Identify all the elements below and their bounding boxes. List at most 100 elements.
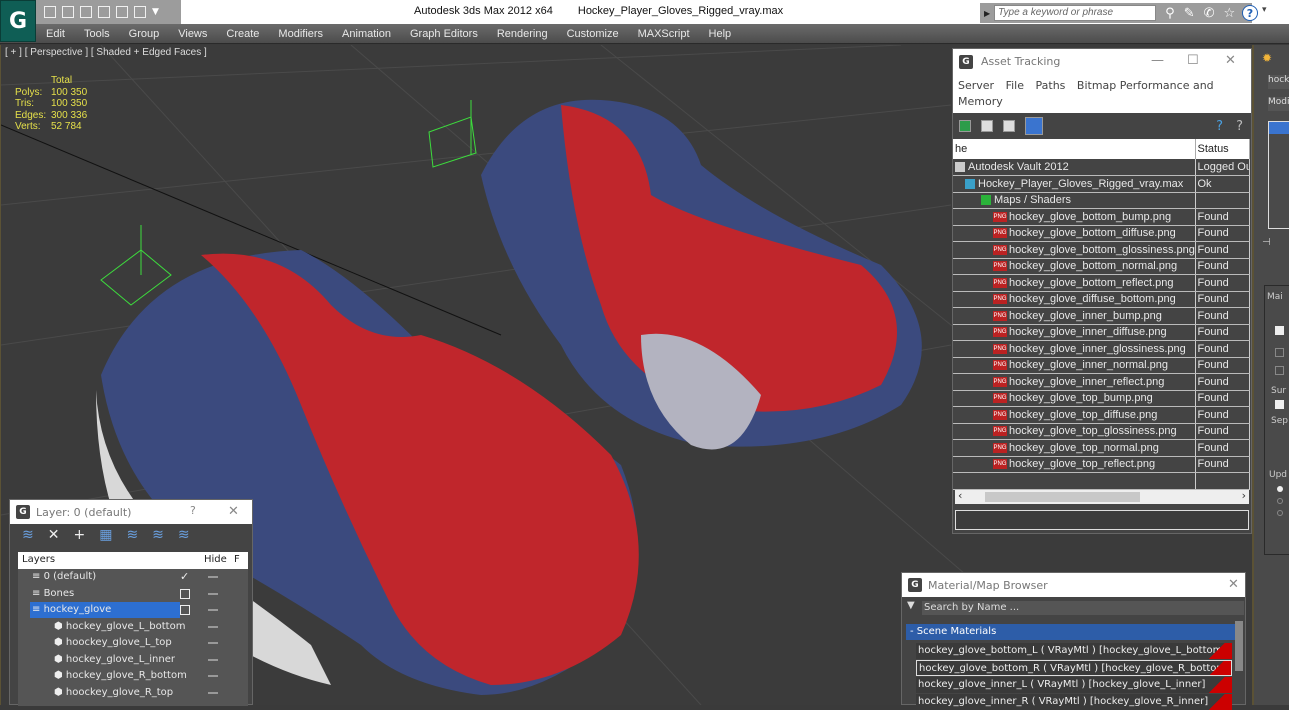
asset-row[interactable]: PNG hockey_glove_bottom_diffuse.png Found: [953, 225, 1250, 242]
hide-toggle[interactable]: [208, 691, 218, 694]
subscription-key-icon[interactable]: ✎: [1184, 6, 1195, 21]
viewport-label[interactable]: [ + ] [ Perspective ] [ Shaded + Edged F…: [5, 47, 207, 58]
material-item[interactable]: hockey_glove_bottom_R ( VRayMtl ) [hocke…: [916, 660, 1232, 676]
menu-server[interactable]: Server: [958, 79, 994, 92]
highlight-layer-icon[interactable]: ≋: [126, 527, 138, 543]
checkbox[interactable]: [1275, 348, 1284, 357]
project-icon[interactable]: [134, 6, 146, 18]
vertical-scrollbar[interactable]: [1235, 621, 1243, 671]
options-dropdown-icon[interactable]: ▼: [907, 600, 915, 611]
layer-row[interactable]: ≡ 0 (default) ✓: [18, 569, 248, 586]
layer-row[interactable]: ⬢ hoockey_glove_R_top: [18, 685, 248, 702]
hide-toggle[interactable]: [208, 609, 218, 611]
asset-row[interactable]: PNG hockey_glove_inner_diffuse.png Found: [953, 324, 1250, 341]
hide-toggle[interactable]: [208, 592, 218, 595]
asset-row[interactable]: PNG hockey_glove_inner_glossiness.png Foun…: [953, 340, 1250, 358]
select-objects-icon[interactable]: ▦: [99, 527, 112, 543]
menu-group[interactable]: Group: [129, 28, 160, 40]
communication-center-icon[interactable]: ✆: [1204, 6, 1215, 21]
close-button[interactable]: ✕: [1228, 577, 1239, 592]
hide-toggle[interactable]: [208, 675, 218, 677]
sun-light-icon[interactable]: ✹: [1262, 51, 1272, 65]
modifier-list-dropdown[interactable]: Modi: [1268, 97, 1289, 111]
menu-bitmap-performance[interactable]: Bitmap Performance and Memory: [958, 79, 1214, 108]
menu-rendering[interactable]: Rendering: [497, 28, 548, 40]
add-to-layer-icon[interactable]: +: [73, 527, 85, 543]
asset-row[interactable]: PNG hockey_glove_top_reflect.png Found: [953, 456, 1250, 473]
layer-row[interactable]: ≡ Bones: [18, 586, 248, 603]
modifier-stack[interactable]: [1268, 121, 1289, 229]
menu-create[interactable]: Create: [226, 28, 259, 40]
favorites-star-icon[interactable]: ☆: [1224, 6, 1236, 21]
layer-row[interactable]: ≡ hockey_glove: [18, 602, 248, 619]
column-header-layers[interactable]: Layers: [22, 554, 55, 565]
binoculars-icon[interactable]: ⚲: [1165, 6, 1175, 21]
delete-layer-icon[interactable]: ✕: [48, 527, 60, 543]
hide-toggle[interactable]: [208, 658, 218, 661]
expand-arrow-icon[interactable]: ▶: [984, 9, 990, 18]
menu-help[interactable]: Help: [709, 28, 732, 40]
menu-views[interactable]: Views: [178, 28, 207, 40]
undo-icon[interactable]: [80, 6, 92, 18]
thumbnail-view-icon[interactable]: [1003, 120, 1015, 132]
menu-graph-editors[interactable]: Graph Editors: [410, 28, 478, 40]
checkbox[interactable]: [1275, 400, 1284, 409]
asset-row[interactable]: PNG hockey_glove_inner_bump.png Found: [953, 307, 1250, 325]
minimize-button[interactable]: —: [1151, 53, 1164, 68]
help-button[interactable]: ?: [190, 504, 196, 517]
menu-modifiers[interactable]: Modifiers: [278, 28, 323, 40]
asset-row[interactable]: Hockey_Player_Gloves_Rigged_vray.max Ok: [953, 175, 1250, 193]
table-view-icon[interactable]: [1025, 117, 1043, 135]
menu-file[interactable]: File: [1006, 79, 1024, 92]
asset-row[interactable]: PNG hockey_glove_bottom_bump.png Found: [953, 208, 1250, 226]
help-icon[interactable]: ?: [1242, 5, 1258, 21]
scene-materials-group[interactable]: - Scene Materials: [906, 624, 1236, 640]
save-icon[interactable]: [62, 6, 74, 18]
create-layer-icon[interactable]: ≋: [22, 527, 34, 543]
maximize-button[interactable]: ☐: [1187, 53, 1199, 68]
keyword-search-input[interactable]: Type a keyword or phrase: [994, 5, 1157, 21]
asset-row[interactable]: PNG hockey_glove_top_glossiness.png Found: [953, 423, 1250, 440]
material-item[interactable]: hockey_glove_inner_L ( VRayMtl ) [hockey…: [916, 677, 1232, 693]
close-button[interactable]: ✕: [1225, 53, 1236, 68]
column-header-name[interactable]: he: [953, 139, 1196, 159]
asset-row[interactable]: PNG hockey_glove_top_normal.png Found: [953, 439, 1250, 457]
asset-row[interactable]: PNG hockey_glove_inner_reflect.png Found: [953, 373, 1250, 391]
asset-row[interactable]: PNG hockey_glove_bottom_normal.png Found: [953, 258, 1250, 275]
search-by-name-input[interactable]: Search by Name ...: [922, 601, 1244, 615]
set-current-checkbox[interactable]: [180, 588, 190, 599]
right-glove-model[interactable]: [481, 99, 922, 450]
hide-toggle[interactable]: [208, 576, 218, 578]
radio-button[interactable]: [1277, 486, 1283, 492]
checkbox[interactable]: [1275, 366, 1284, 375]
hide-toggle[interactable]: [208, 625, 218, 628]
current-layer-checkmark-icon[interactable]: ✓: [180, 569, 189, 585]
asset-row[interactable]: PNG hockey_glove_bottom_reflect.png Found: [953, 274, 1250, 292]
menu-tools[interactable]: Tools: [84, 28, 110, 40]
radio-button[interactable]: [1277, 510, 1283, 516]
hide-toggle[interactable]: [208, 642, 218, 644]
checkbox[interactable]: [1275, 326, 1284, 335]
layer-row[interactable]: ⬢ hockey_glove_L_inner: [18, 652, 248, 669]
freeze-all-icon[interactable]: ≋: [178, 527, 190, 543]
application-menu-button[interactable]: G: [0, 0, 36, 42]
menu-edit[interactable]: Edit: [46, 28, 65, 40]
material-item[interactable]: hockey_glove_bottom_L ( VRayMtl ) [hocke…: [916, 643, 1232, 659]
asset-row[interactable]: PNG hockey_glove_diffuse_bottom.png Found: [953, 291, 1250, 308]
help-dropdown-icon[interactable]: ▾: [1262, 5, 1267, 15]
asset-row[interactable]: PNG hockey_glove_inner_normal.png Found: [953, 357, 1250, 374]
open-icon[interactable]: [44, 6, 56, 18]
material-item[interactable]: hockey_glove_inner_R ( VRayMtl ) [hockey…: [916, 694, 1232, 710]
column-header-status[interactable]: Status: [1195, 139, 1250, 159]
scroll-thumb[interactable]: [985, 492, 1140, 502]
customize-dropdown-icon[interactable]: ▼: [152, 7, 159, 17]
close-button[interactable]: ✕: [228, 504, 239, 519]
column-header-freeze[interactable]: F: [234, 554, 240, 565]
asset-row[interactable]: Maps / Shaders: [953, 192, 1250, 209]
help-icon[interactable]: ?: [1236, 119, 1243, 134]
layer-row[interactable]: ⬢ hockey_glove_R_bottom: [18, 668, 248, 685]
hide-all-icon[interactable]: ≋: [152, 527, 164, 543]
menu-customize[interactable]: Customize: [567, 28, 619, 40]
object-name-field[interactable]: hocke: [1268, 75, 1289, 89]
asset-row[interactable]: PNG hockey_glove_bottom_glossiness.png Fou…: [953, 241, 1250, 259]
